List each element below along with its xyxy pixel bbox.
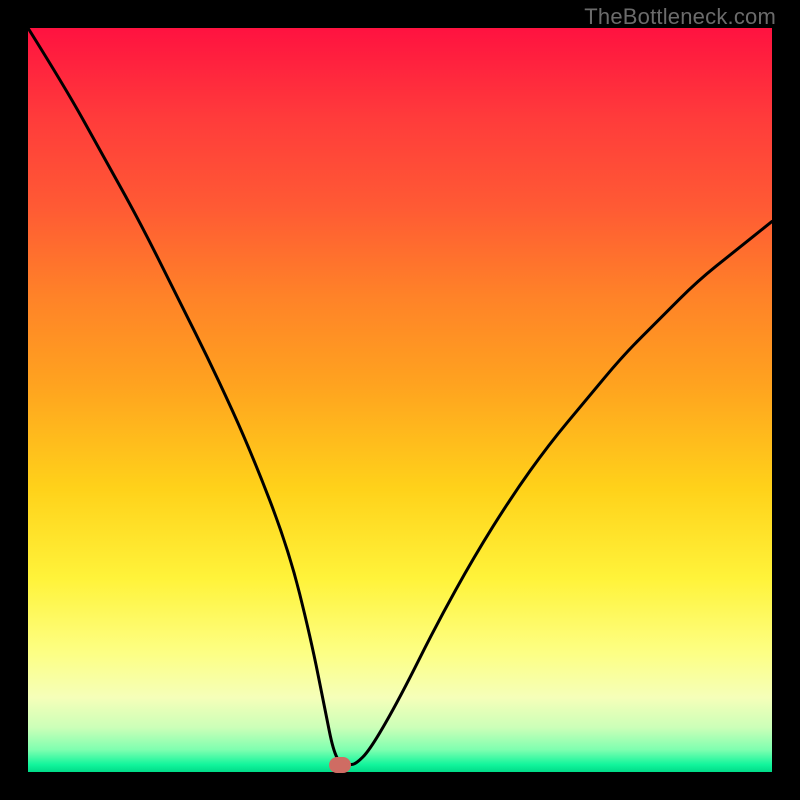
optimal-marker (329, 757, 351, 773)
attribution-text: TheBottleneck.com (584, 4, 776, 30)
bottleneck-curve (28, 28, 772, 772)
chart-frame: TheBottleneck.com (0, 0, 800, 800)
plot-area (28, 28, 772, 772)
